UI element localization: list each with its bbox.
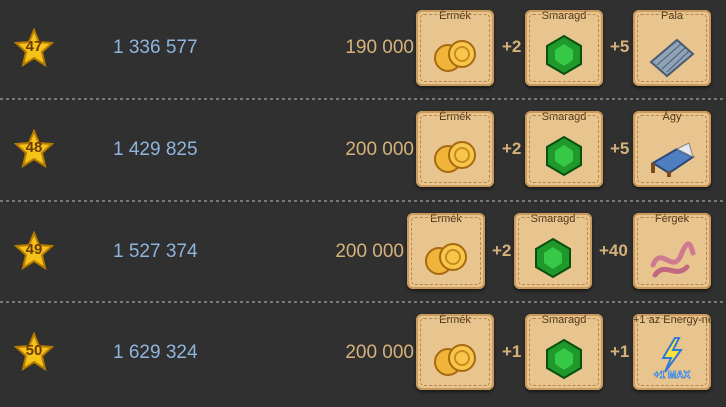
energy-max-icon: +1 MAX [653, 337, 691, 381]
item-card: Pala [633, 10, 711, 86]
card-label: Érmék [439, 10, 471, 22]
coins-card: Érmék [407, 213, 485, 289]
item-card: Ágy [633, 111, 711, 187]
level-number: 48 [25, 139, 43, 156]
emerald-icon [546, 338, 582, 380]
level-row-50: 50 1 629 324 200 000 Érmék +1 Smaragd +1… [0, 304, 726, 404]
card-label: Érmék [439, 314, 471, 326]
card-label: Érmék [430, 213, 462, 225]
level-star-icon: 49 [14, 231, 54, 271]
bed-icon [651, 142, 695, 177]
gem-amount: +2 [502, 37, 522, 56]
gem-amount: +2 [492, 241, 512, 260]
card-label: +1 az Energy-nek [633, 314, 711, 326]
item-amount: +5 [610, 139, 630, 158]
emerald-icon [546, 135, 582, 177]
coins-value: 200 000 [345, 342, 414, 363]
coins-value: 200 000 [345, 139, 414, 160]
coins-card: Érmék [416, 111, 494, 187]
coins-value: 190 000 [345, 37, 414, 58]
level-number: 47 [25, 38, 43, 55]
row-divider [0, 301, 726, 303]
emerald-card: Smaragd [525, 111, 603, 187]
emerald-icon [546, 34, 582, 76]
xp-value: 1 527 374 [113, 241, 198, 262]
card-label: Ágy [662, 111, 682, 123]
xp-value: 1 336 577 [113, 37, 198, 58]
card-label: Férgek [654, 213, 690, 225]
coins-card: Érmék [416, 10, 494, 86]
row-divider [0, 98, 726, 100]
item-amount: +40 [599, 241, 628, 260]
emerald-card: Smaragd [525, 10, 603, 86]
level-star-icon: 47 [14, 28, 54, 68]
emerald-card: Smaragd [514, 213, 592, 289]
card-label: Érmék [439, 111, 471, 123]
coins-icon [434, 141, 476, 173]
card-label: Smaragd [530, 213, 576, 225]
card-label: Smaragd [541, 111, 587, 123]
level-row-47: 47 1 336 577 190 000 Érmék +2 Smaragd +5… [0, 0, 726, 100]
coins-card: Érmék [416, 314, 494, 390]
card-label: Smaragd [541, 10, 587, 22]
coins-value: 200 000 [335, 241, 404, 262]
worms-icon [650, 241, 696, 278]
level-row-48: 48 1 429 825 200 000 Érmék +2 Smaragd +5… [0, 101, 726, 201]
card-label: Pala [660, 10, 684, 22]
xp-value: 1 429 825 [113, 139, 198, 160]
level-number: 50 [25, 342, 43, 359]
item-amount: +5 [610, 37, 630, 56]
coins-icon [434, 344, 476, 376]
item-amount: +1 [610, 342, 630, 361]
item-card: Férgek [633, 213, 711, 289]
row-divider [0, 200, 726, 202]
xp-value: 1 629 324 [113, 342, 198, 363]
level-star-icon: 48 [14, 129, 54, 169]
coins-icon [425, 243, 467, 275]
emerald-icon [535, 237, 571, 279]
item-card: +1 az Energy-nek +1 MAX [633, 314, 711, 390]
gem-amount: +1 [502, 342, 522, 361]
coins-icon [434, 40, 476, 72]
emerald-card: Smaragd [525, 314, 603, 390]
slate-tiles-icon [649, 38, 695, 78]
level-star-icon: 50 [14, 332, 54, 372]
gem-amount: +2 [502, 139, 522, 158]
level-row-49: 49 1 527 374 200 000 Érmék +2 Smaragd +4… [0, 203, 726, 303]
card-label: Smaragd [541, 314, 587, 326]
energy-max-badge: +1 MAX [654, 370, 691, 381]
level-number: 49 [25, 241, 43, 258]
